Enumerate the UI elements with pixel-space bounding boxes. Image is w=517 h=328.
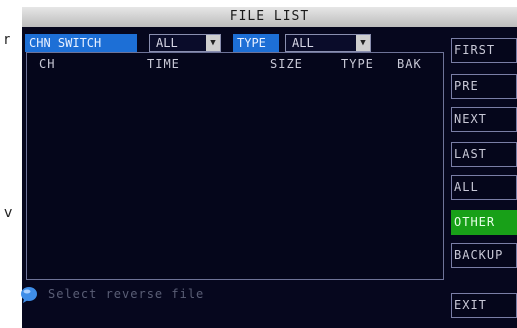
next-button[interactable]: NEXT <box>451 107 517 132</box>
column-header-type: TYPE <box>341 57 374 71</box>
dropdown-arrow-icon[interactable]: ▼ <box>206 35 220 51</box>
edge-text-bottom: v <box>4 205 13 221</box>
background-edge: r v <box>0 0 22 328</box>
chn-switch-label: CHN SWITCH <box>25 34 137 52</box>
dropdown-arrow-icon[interactable]: ▼ <box>356 35 370 51</box>
file-list-table[interactable]: CH TIME SIZE TYPE BAK <box>26 52 444 280</box>
dialog-title: FILE LIST <box>22 7 517 27</box>
info-bubble-icon <box>21 287 37 303</box>
column-header-bak: BAK <box>397 57 422 71</box>
file-list-dialog: FILE LIST CHN SWITCH ALL ▼ TYPE ALL ▼ CH… <box>22 7 517 328</box>
chn-switch-dropdown[interactable]: ALL ▼ <box>149 34 221 52</box>
other-button[interactable]: OTHER <box>451 210 517 235</box>
type-label: TYPE <box>233 34 279 52</box>
last-button[interactable]: LAST <box>451 142 517 167</box>
first-button[interactable]: FIRST <box>451 38 517 63</box>
edge-text-top: r <box>4 32 10 48</box>
column-header-size: SIZE <box>270 57 303 71</box>
column-header-ch: CH <box>39 57 56 71</box>
all-button[interactable]: ALL <box>451 175 517 200</box>
type-value: ALL <box>292 36 314 50</box>
exit-button[interactable]: EXIT <box>451 293 517 318</box>
prev-button[interactable]: PRE <box>451 74 517 99</box>
column-header-time: TIME <box>147 57 180 71</box>
chn-switch-value: ALL <box>156 36 178 50</box>
backup-button[interactable]: BACKUP <box>451 243 517 268</box>
status-message: Select reverse file <box>48 287 205 301</box>
type-dropdown[interactable]: ALL ▼ <box>285 34 371 52</box>
